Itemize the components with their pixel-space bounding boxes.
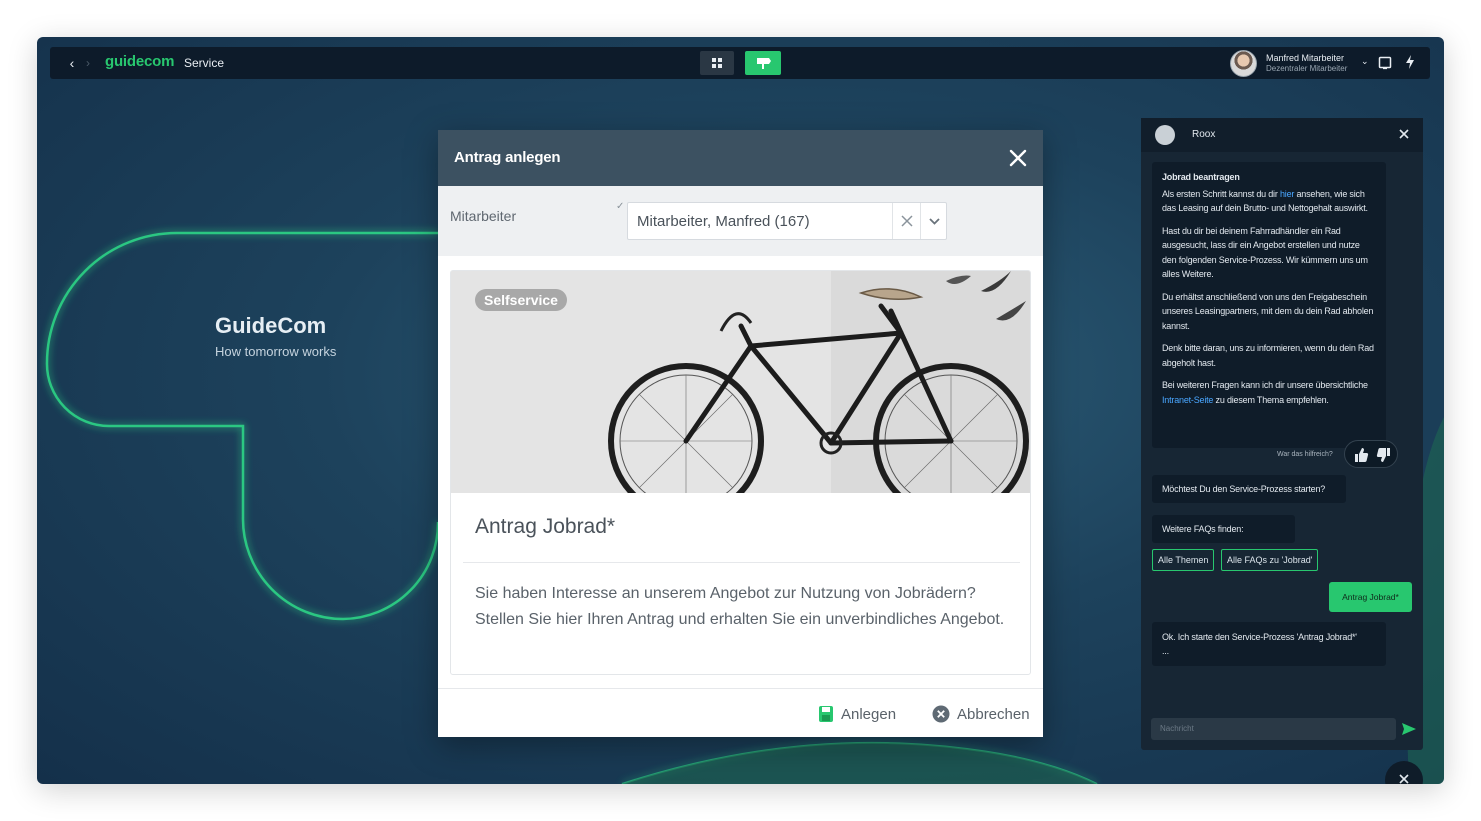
- chip-all-topics[interactable]: Alle Themen: [1152, 549, 1215, 571]
- selfservice-badge: Selfservice: [475, 289, 567, 311]
- brand-subtitle: How tomorrow works: [215, 344, 337, 359]
- forward-arrow-icon[interactable]: ›: [86, 55, 98, 71]
- bolt-icon[interactable]: [1403, 54, 1417, 70]
- answer-text: zu diesem Thema empfehlen.: [1213, 394, 1329, 405]
- feedback-icons: [1355, 448, 1390, 462]
- bot-question: Möchtest Du den Service-Prozess starten?: [1152, 475, 1346, 503]
- bot-reply-dots: ...: [1162, 646, 1169, 656]
- grid-icon: [712, 58, 722, 68]
- app-title: Service: [184, 56, 225, 70]
- helpful-label: War das hilfreich?: [1277, 451, 1333, 458]
- employee-select[interactable]: Mitarbeiter, Manfred (167): [627, 202, 947, 240]
- footer-divider: [438, 688, 1043, 689]
- feedback-buttons: [1344, 440, 1398, 468]
- answer-paragraph: Denk bitte daran, uns zu informieren, we…: [1162, 343, 1374, 368]
- cancel-button-label: Abbrechen: [957, 705, 1030, 723]
- employee-label: Mitarbeiter: [450, 208, 517, 224]
- answer-paragraph: Du erhältst anschließend von uns den Fre…: [1162, 291, 1374, 331]
- cancel-icon: [932, 705, 950, 723]
- save-icon: [819, 706, 833, 722]
- tablet-icon[interactable]: [1378, 56, 1392, 70]
- dialog-header: Antrag anlegen: [438, 130, 1043, 186]
- thumbs-up-icon[interactable]: [1355, 448, 1369, 462]
- user-name: Manfred Mitarbeiter: [1266, 53, 1345, 63]
- chevron-down-icon: [929, 218, 940, 225]
- employee-select-value: Mitarbeiter, Manfred (167): [637, 213, 810, 230]
- bot-reply-text: Ok. Ich starte den Service-Prozess 'Antr…: [1162, 632, 1357, 642]
- dialog-title: Antrag anlegen: [454, 149, 561, 166]
- user-message: Antrag Jobrad*: [1329, 582, 1412, 612]
- create-button[interactable]: Anlegen: [818, 703, 896, 725]
- bot-reply: Ok. Ich starte den Service-Prozess 'Antr…: [1152, 622, 1386, 666]
- dashboard-button[interactable]: [700, 51, 734, 75]
- chevron-down-icon[interactable]: ⌄: [1361, 56, 1369, 67]
- leasing-link[interactable]: hier: [1280, 189, 1294, 199]
- message-input[interactable]: Nachricht: [1151, 718, 1396, 740]
- close-icon[interactable]: [1397, 127, 1411, 141]
- answer-heading: Jobrad beantragen: [1162, 172, 1240, 182]
- create-button-label: Anlegen: [841, 705, 897, 723]
- card-description: Sie haben Interesse an unserem Angebot z…: [475, 585, 1005, 628]
- employee-field-row: Mitarbeiter ✓ Mitarbeiter, Manfred (167): [438, 186, 1043, 256]
- back-arrow-icon[interactable]: ‹: [64, 55, 80, 71]
- check-icon: ✓: [616, 201, 625, 212]
- service-button[interactable]: [745, 51, 781, 75]
- clear-selection-button[interactable]: [892, 203, 920, 239]
- service-card[interactable]: Selfservice Antrag Jobrad* Sie haben Int…: [450, 270, 1031, 675]
- logo[interactable]: guidecom: [105, 53, 174, 70]
- clear-icon: [901, 215, 913, 227]
- create-request-dialog: Antrag anlegen Mitarbeiter ✓ Mitarbeiter…: [438, 130, 1043, 737]
- user-role: Dezentraler Mitarbeiter: [1266, 64, 1348, 73]
- thumbs-down-icon[interactable]: [1376, 448, 1390, 462]
- card-divider: [463, 562, 1020, 563]
- answer-text: Als ersten Schritt kannst du dir: [1162, 188, 1280, 199]
- chip-jobrad-faqs[interactable]: Alle FAQs zu 'Jobrad': [1221, 549, 1319, 571]
- close-chat-button[interactable]: [1385, 761, 1423, 784]
- top-bar: ‹ › guidecom Service Manfred Mitarbeiter…: [50, 47, 1430, 79]
- brand-title: GuideCom: [215, 313, 327, 338]
- intranet-link[interactable]: Intranet-Seite: [1162, 395, 1213, 405]
- close-icon: [1399, 774, 1409, 784]
- bot-avatar-icon: [1155, 125, 1175, 145]
- dropdown-toggle[interactable]: [920, 203, 947, 239]
- answer-text: Bei weiteren Fragen kann ich dir unsere …: [1162, 380, 1368, 390]
- avatar[interactable]: [1230, 50, 1257, 77]
- card-title: Antrag Jobrad*: [475, 515, 616, 538]
- bicycle-image: Selfservice: [451, 271, 1030, 519]
- answer-paragraph: Hast du dir bei deinem Fahrradhändler ei…: [1162, 225, 1368, 280]
- send-icon[interactable]: [1401, 721, 1417, 737]
- close-icon[interactable]: [1007, 147, 1029, 169]
- cancel-button[interactable]: Abbrechen: [932, 703, 1030, 725]
- bot-answer: Jobrad beantragen Als ersten Schritt kan…: [1152, 162, 1386, 448]
- bot-name: Roox: [1192, 129, 1216, 140]
- faq-label: Weitere FAQs finden:: [1152, 515, 1295, 543]
- signpost-icon: [757, 58, 771, 69]
- chat-panel: Roox Jobrad beantragen Als ersten Schrit…: [1141, 118, 1423, 750]
- chat-header: Roox: [1141, 118, 1423, 152]
- app-window: ‹ › guidecom Service Manfred Mitarbeiter…: [37, 37, 1444, 784]
